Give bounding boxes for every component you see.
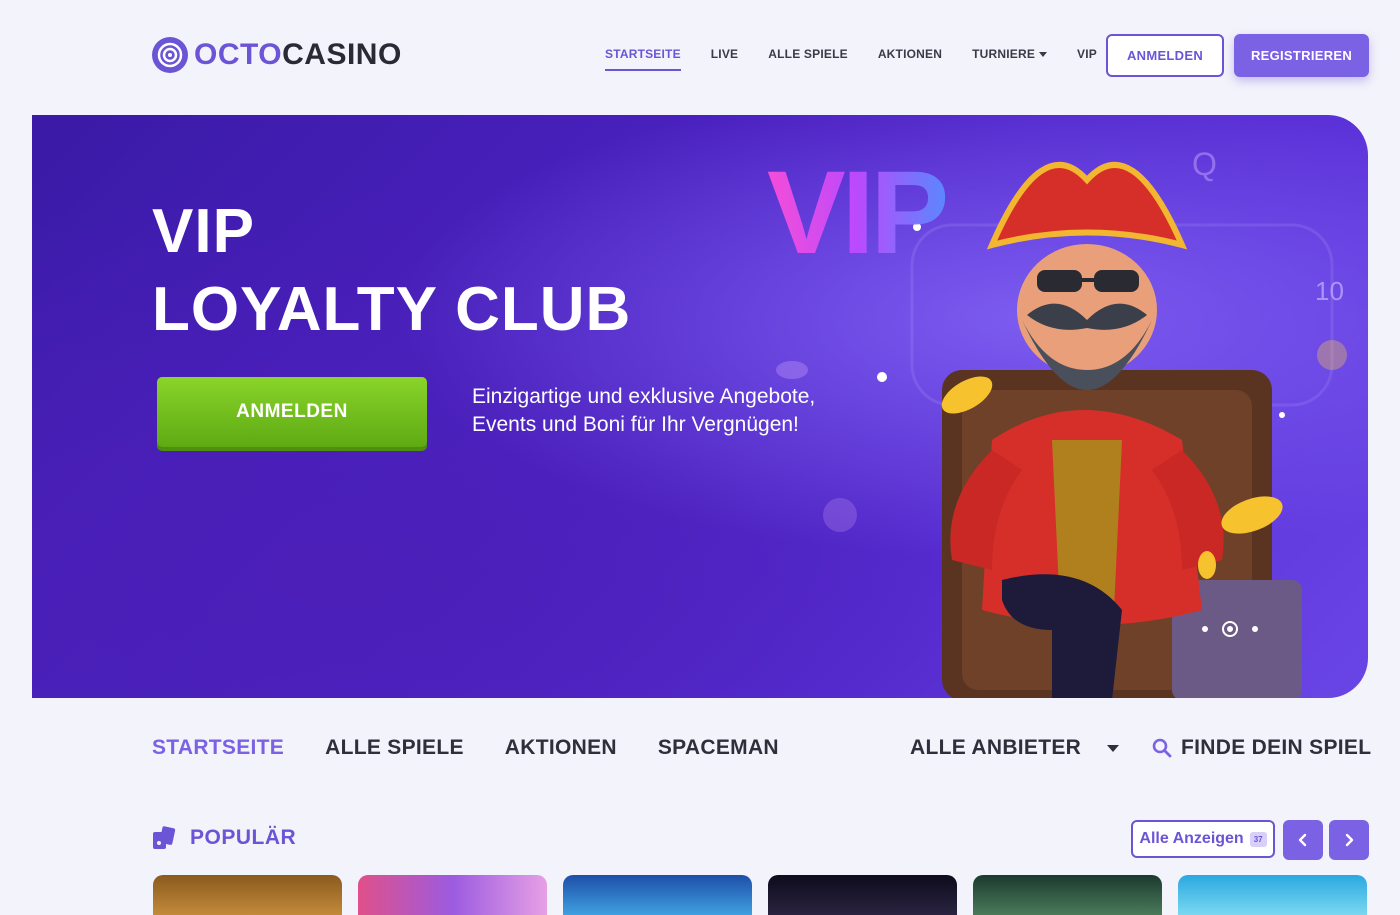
hero-description-line1: Einzigartige und exklusive Angebote, (472, 385, 816, 408)
popular-title: POPULÄR (190, 826, 297, 849)
providers-dropdown[interactable]: ALLE ANBIETER (910, 736, 1120, 760)
chevron-left-icon (1298, 833, 1307, 847)
game-search[interactable]: FINDE DEIN SPIEL (1152, 736, 1371, 760)
category-tab-startseite[interactable]: STARTSEITE (152, 736, 284, 760)
nav-item-alle-spiele[interactable]: ALLE SPIELE (768, 47, 848, 71)
carousel-dot-active[interactable] (1222, 621, 1238, 637)
popular-games-row (153, 875, 1367, 915)
view-all-button[interactable]: Alle Anzeigen 37 (1131, 820, 1275, 858)
svg-text:10: 10 (1315, 276, 1344, 306)
logo-text-octo: OCTO (194, 38, 283, 71)
view-all-count-badge: 37 (1249, 831, 1267, 847)
nav-item-startseite[interactable]: STARTSEITE (605, 47, 681, 71)
game-tile[interactable] (153, 875, 342, 915)
category-tab-spaceman[interactable]: SPACEMAN (658, 736, 779, 760)
category-nav: STARTSEITE ALLE SPIELE AKTIONEN SPACEMAN (152, 736, 820, 760)
hero-signin-button[interactable]: ANMELDEN (157, 377, 427, 447)
hero-description-line2: Events und Boni für Ihr Vergnügen! (472, 413, 799, 436)
nav-item-aktionen[interactable]: AKTIONEN (878, 47, 942, 71)
caret-down-icon (1039, 52, 1048, 58)
nav-item-live[interactable]: LIVE (711, 47, 738, 71)
nav-item-turniere[interactable]: TURNIERE (972, 47, 1048, 71)
prev-button[interactable] (1283, 820, 1323, 860)
popular-section-header: POPULÄR (152, 826, 296, 850)
nav-item-vip[interactable]: VIP (1077, 47, 1097, 71)
hero-banner[interactable]: 10 Q VIP VIP LOYALTY CLUB ANMELDEN Einzi… (32, 115, 1368, 698)
game-tile[interactable] (1178, 875, 1367, 915)
chevron-down-icon (1107, 744, 1120, 752)
category-tab-alle-spiele[interactable]: ALLE SPIELE (325, 736, 464, 760)
chevron-right-icon (1345, 833, 1354, 847)
view-all-label: Alle Anzeigen (1139, 830, 1244, 847)
next-button[interactable] (1329, 820, 1369, 860)
game-tile[interactable] (563, 875, 752, 915)
carousel-dots (1202, 621, 1258, 637)
providers-dropdown-label: ALLE ANBIETER (910, 736, 1082, 759)
game-tile[interactable] (768, 875, 957, 915)
category-tab-aktionen[interactable]: AKTIONEN (505, 736, 617, 760)
cards-icon (153, 826, 176, 849)
carousel-dot[interactable] (1252, 626, 1258, 632)
logo-text-casino: CASINO (282, 38, 402, 71)
register-button[interactable]: REGISTRIEREN (1234, 34, 1369, 77)
search-icon (1152, 738, 1172, 758)
site-header: OCTOCASINO STARTSEITE LIVE ALLE SPIELE A… (0, 0, 1400, 112)
game-tile[interactable] (358, 875, 547, 915)
pirate-illustration (941, 161, 1302, 698)
main-nav: STARTSEITE LIVE ALLE SPIELE AKTIONEN TUR… (605, 47, 1127, 71)
nav-item-turniere-label: TURNIERE (972, 47, 1036, 61)
octopus-logo-icon (152, 37, 188, 73)
hero-title-line2: LOYALTY CLUB (152, 275, 632, 344)
game-tile[interactable] (973, 875, 1162, 915)
login-button[interactable]: ANMELDEN (1106, 34, 1224, 77)
carousel-dot[interactable] (1202, 626, 1208, 632)
logo[interactable]: OCTOCASINO (152, 37, 402, 73)
hero-title-line1: VIP (152, 197, 255, 266)
hero-title: VIP LOYALTY CLUB (152, 193, 631, 349)
hero-description: Einzigartige und exklusive Angebote, Eve… (472, 383, 892, 439)
game-search-label: FINDE DEIN SPIEL (1181, 736, 1372, 759)
